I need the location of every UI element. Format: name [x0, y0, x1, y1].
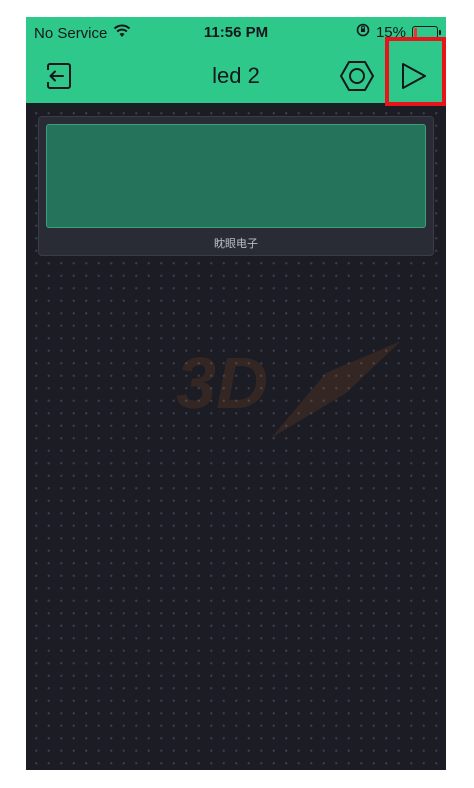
play-button-highlight — [385, 37, 446, 106]
orientation-lock-icon — [356, 23, 370, 41]
lcd-widget[interactable]: 眈眼电子 — [38, 116, 434, 256]
watermark-logo-icon: 3D — [176, 341, 401, 438]
watermark-text: 3D — [176, 344, 268, 424]
lcd-display[interactable] — [46, 124, 426, 228]
status-bar: No Service 11:56 PM 15% — [26, 17, 446, 49]
nav-bar: led 2 — [26, 49, 446, 103]
settings-button[interactable] — [340, 59, 374, 93]
widget-label: 眈眼电子 — [214, 238, 258, 250]
hexagon-settings-icon — [340, 61, 374, 91]
battery-fill — [414, 27, 417, 37]
dashboard-canvas[interactable]: 眈眼电子 3D — [26, 103, 446, 770]
app-screen: No Service 11:56 PM 15% led 2 眈眼电子 3D — [26, 17, 446, 770]
page-title: led 2 — [212, 63, 260, 88]
